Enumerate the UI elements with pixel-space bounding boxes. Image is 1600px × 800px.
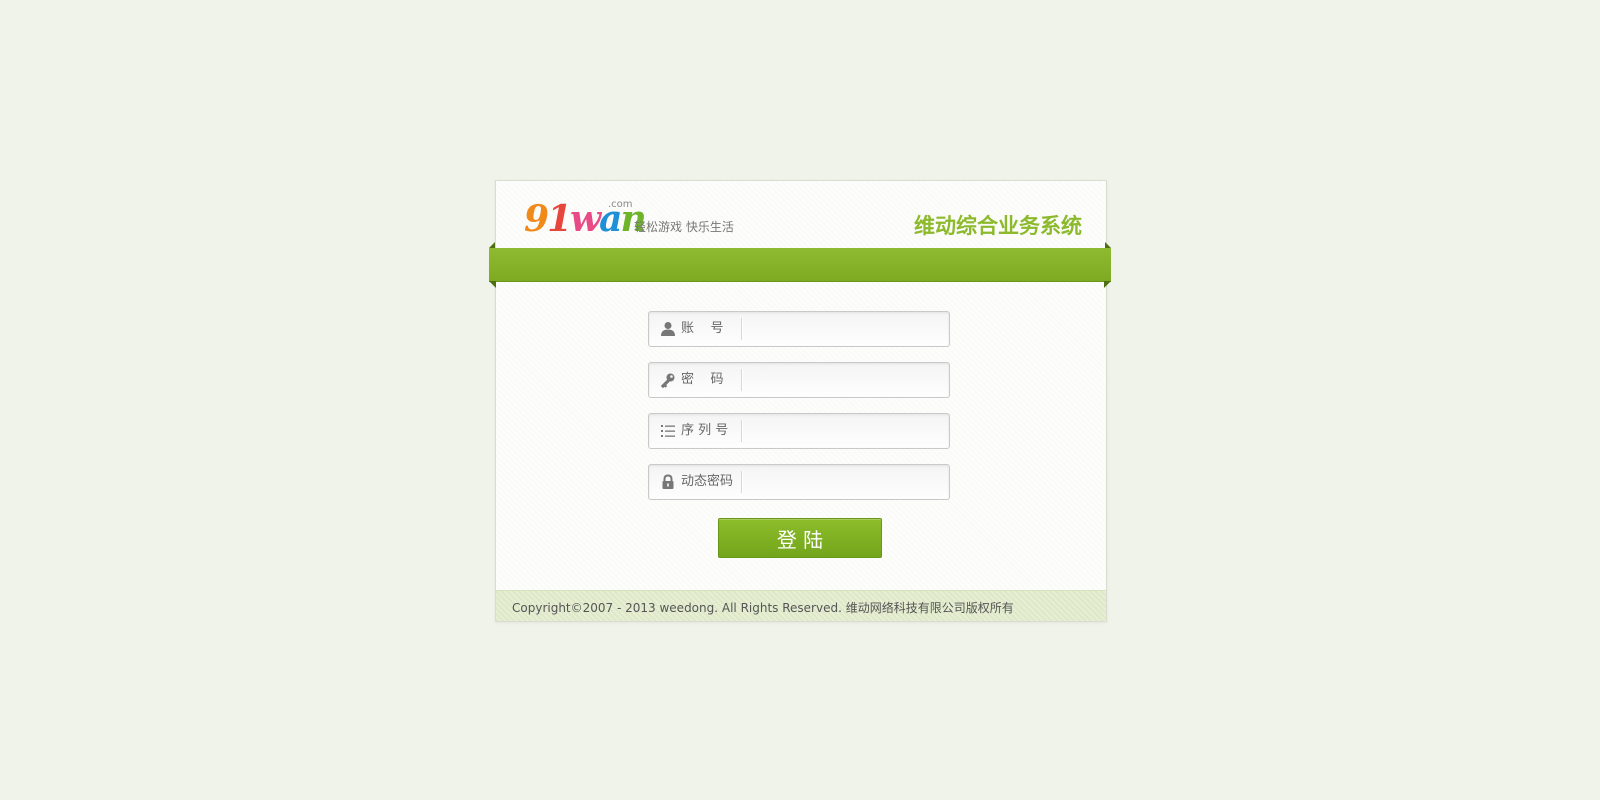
password-label: 密 码 <box>681 372 724 387</box>
key-icon <box>660 372 676 389</box>
logo-domain-suffix: .com <box>608 199 633 210</box>
logo-slogan: 轻松游戏 快乐生活 <box>634 220 734 234</box>
header-ribbon <box>489 242 1111 288</box>
field-divider <box>741 471 743 493</box>
account-label: 账 号 <box>681 321 724 336</box>
copyright-text: Copyright©2007 - 2013 weedong. All Right… <box>512 601 1014 615</box>
field-divider <box>741 420 743 442</box>
field-divider <box>741 369 743 391</box>
dynamic-password-field: 动态密码 <box>648 464 950 500</box>
dynamic-password-label: 动态密码 <box>681 474 734 489</box>
serial-number-label: 序 列 号 <box>681 423 729 438</box>
lock-icon <box>660 474 676 490</box>
account-field: 账 号 <box>648 311 950 347</box>
field-divider <box>741 318 743 340</box>
system-title: 维动综合业务系统 <box>914 214 1082 238</box>
password-field: 密 码 <box>648 362 950 398</box>
serial-number-field: 序 列 号 <box>648 413 950 449</box>
list-icon <box>660 423 676 439</box>
password-input[interactable] <box>745 367 947 395</box>
login-header: 91wan .com 轻松游戏 快乐生活 维动综合业务系统 <box>496 181 1106 249</box>
login-form: 账 号 密 码 序 列 号 动态密码 <box>648 311 950 515</box>
copyright-footer: Copyright©2007 - 2013 weedong. All Right… <box>496 590 1106 621</box>
user-icon <box>660 321 676 337</box>
login-button[interactable]: 登 陆 <box>718 518 882 558</box>
account-input[interactable] <box>745 316 947 344</box>
serial-number-input[interactable] <box>745 418 947 446</box>
dynamic-password-input[interactable] <box>745 469 947 497</box>
